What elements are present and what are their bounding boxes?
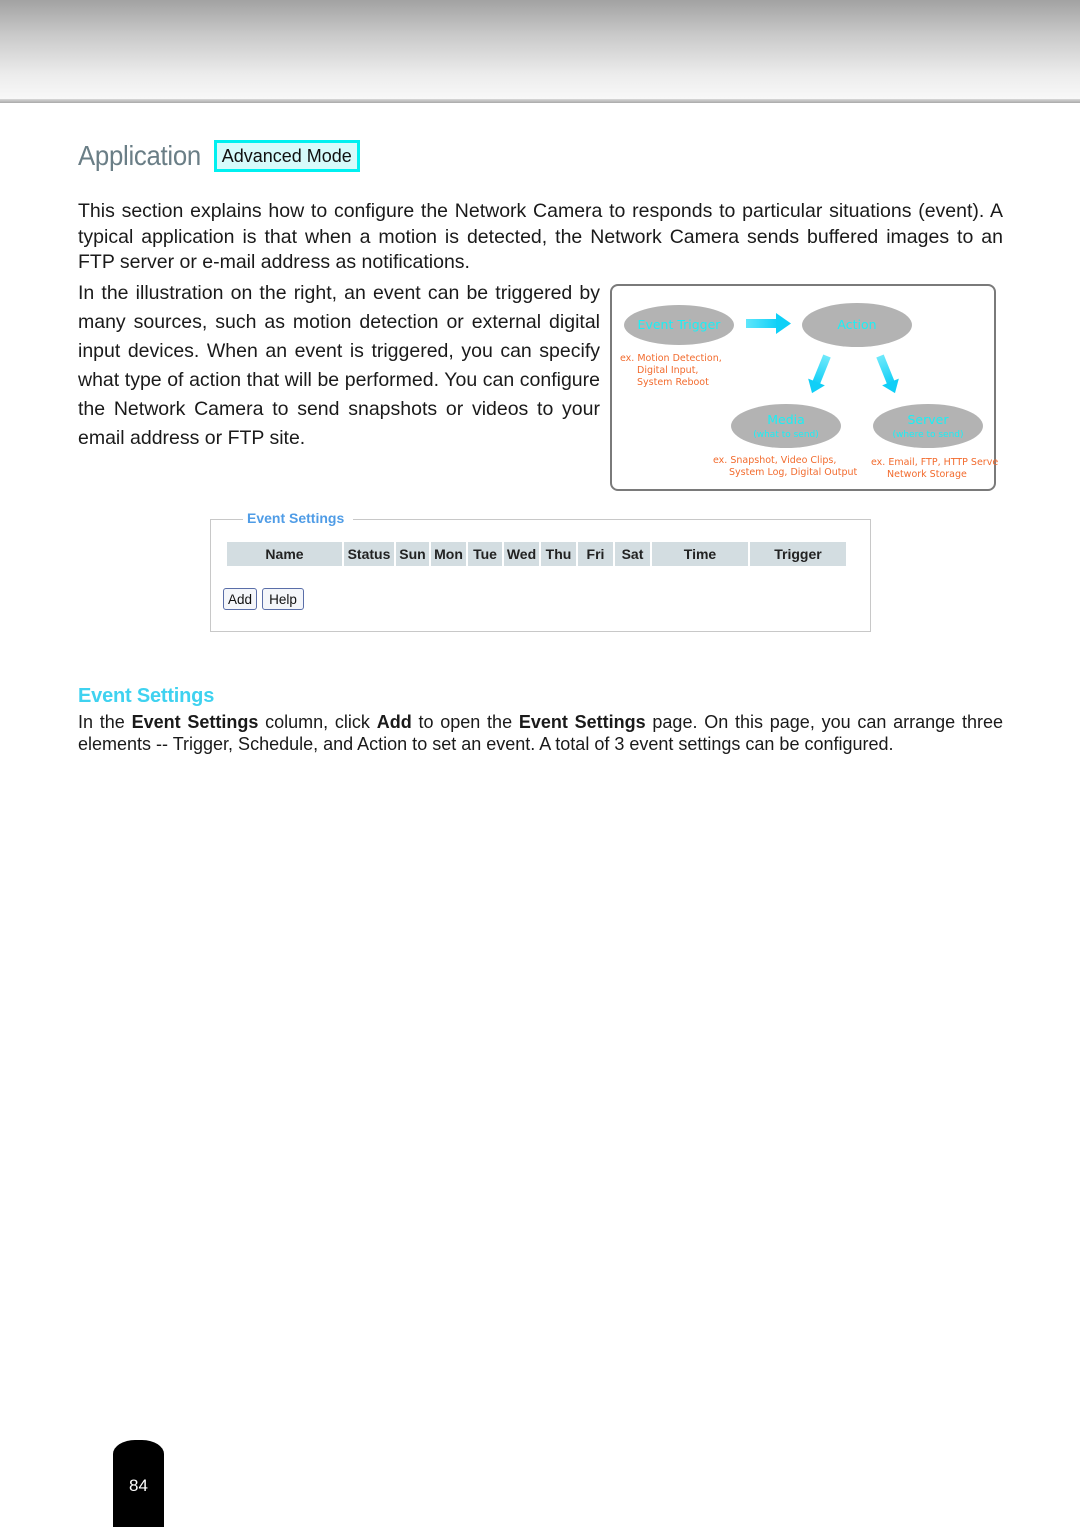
event-settings-description: In the Event Settings column, click Add … (78, 711, 1003, 755)
arrow-down-left-icon (808, 354, 831, 394)
event-settings-heading: Event Settings (78, 685, 215, 707)
header-divider (0, 99, 1080, 103)
event-flow-svg: Event Trigger Action ex. Motion Detectio… (620, 303, 998, 480)
media-sublabel: (what to send) (753, 430, 819, 440)
column-header-sat: Sat (615, 542, 650, 566)
action-label: Action (837, 317, 876, 332)
body-text: to open the (411, 712, 519, 732)
intro-paragraph: This section explains how to configure t… (78, 200, 1003, 273)
column-header-sun: Sun (396, 542, 429, 566)
help-button[interactable]: Help (262, 588, 304, 610)
media-example-2: System Log, Digital Output (729, 467, 858, 478)
event-settings-panel: Event Settings Name Status Sun Mon Tue W… (210, 510, 871, 632)
server-example-2: Network Storage (887, 469, 967, 480)
arrow-right-icon (746, 313, 791, 334)
server-example-1: ex. Email, FTP, HTTP Server, (871, 457, 998, 468)
arrow-down-right-icon (876, 354, 899, 394)
server-sublabel: (where to send) (892, 430, 963, 440)
trigger-example-3: System Reboot (637, 377, 709, 388)
column-header-name: Name (227, 542, 342, 566)
body-bold-add: Add (376, 712, 412, 732)
column-header-mon: Mon (431, 542, 466, 566)
event-flow-diagram: Event Trigger Action ex. Motion Detectio… (610, 284, 998, 491)
page-header-band (0, 0, 1080, 99)
body-bold-event-settings: Event Settings (131, 712, 259, 732)
advanced-mode-badge: Advanced Mode (213, 140, 360, 172)
event-settings-table: Name Status Sun Mon Tue Wed Thu Fri Sat … (225, 542, 848, 566)
server-label: Server (908, 412, 950, 427)
body-text: column, click (258, 712, 377, 732)
media-example-1: ex. Snapshot, Video Clips, (713, 455, 836, 466)
trigger-example-1: ex. Motion Detection, (620, 353, 722, 364)
body-bold-event-settings: Event Settings (518, 712, 646, 732)
event-settings-legend: Event Settings (243, 510, 354, 526)
column-header-wed: Wed (504, 542, 539, 566)
illustration-description: In the illustration on the right, an eve… (78, 282, 600, 449)
column-header-thu: Thu (541, 542, 576, 566)
body-text: In the (78, 712, 132, 732)
table-header-row: Name Status Sun Mon Tue Wed Thu Fri Sat … (227, 542, 846, 566)
title-row: Application Advanced Mode (78, 136, 360, 176)
column-header-time: Time (652, 542, 748, 566)
media-label: Media (767, 412, 805, 427)
add-button[interactable]: Add (223, 588, 257, 610)
column-header-tue: Tue (468, 542, 502, 566)
event-trigger-label: Event Trigger (638, 317, 722, 332)
trigger-example-2: Digital Input, (637, 365, 698, 376)
column-header-trigger: Trigger (750, 542, 846, 566)
page-number-tab: 84 (113, 1440, 164, 1527)
column-header-status: Status (344, 542, 394, 566)
column-header-fri: Fri (578, 542, 613, 566)
page-number: 84 (129, 1476, 148, 1495)
page-title: Application (78, 140, 201, 171)
